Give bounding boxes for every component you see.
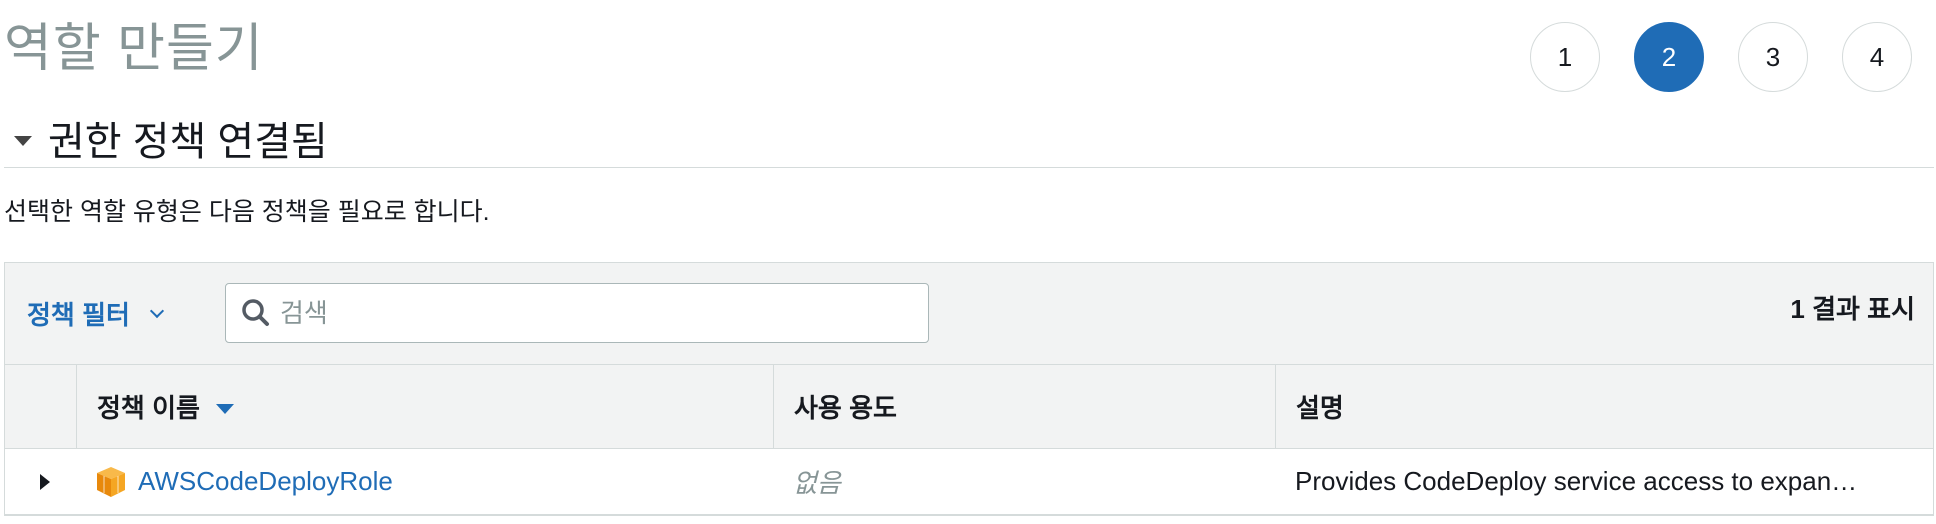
policy-filter-dropdown[interactable]: 정책 필터 [27,295,164,332]
policy-description: Provides CodeDeploy service access to ex… [1295,466,1858,496]
row-description-cell: Provides CodeDeploy service access to ex… [1275,466,1933,497]
result-count: 1 결과 표시 [1790,294,1915,324]
expand-row-icon[interactable] [39,473,50,490]
step-2-current[interactable]: 2 [1634,22,1704,92]
row-usage-cell: 없음 [773,463,1275,500]
search-box[interactable] [225,283,929,343]
collapse-caret-icon[interactable] [14,135,32,146]
search-icon [242,299,269,326]
usage-value: 없음 [793,468,841,498]
sort-descending-icon[interactable] [215,403,234,414]
page-title: 역할 만들기 [4,20,264,78]
section-header-attached-policies[interactable]: 권한 정책 연결됨 [4,108,1934,168]
table-row: AWSCodeDeployRole 없음 Provides CodeDeploy… [5,449,1933,515]
policy-cube-icon [97,466,125,497]
section-description: 선택한 역할 유형은 다음 정책을 필요로 합니다. [4,198,490,226]
table-toolbar: 정책 필터 1 결과 표시 [5,263,1933,365]
policy-name-link[interactable]: AWSCodeDeployRole [138,466,393,497]
header-policy-name-label: 정책 이름 [97,393,200,423]
table-header: 정책 이름 사용 용도 설명 [5,365,1933,449]
header-description[interactable]: 설명 [1275,365,1933,448]
row-policy-name-cell: AWSCodeDeployRole [76,465,773,499]
wizard-steps: 1 2 3 4 [1530,22,1912,92]
header-usage[interactable]: 사용 용도 [773,365,1275,448]
section-title: 권한 정책 연결됨 [48,119,328,164]
header-expand-column [5,365,76,448]
step-4[interactable]: 4 [1842,22,1912,92]
header-policy-name[interactable]: 정책 이름 [76,365,773,448]
step-1[interactable]: 1 [1530,22,1600,92]
search-input[interactable] [280,297,880,329]
row-expand-cell[interactable] [5,473,76,490]
policy-filter-label: 정책 필터 [27,300,130,330]
step-3[interactable]: 3 [1738,22,1808,92]
policy-table: 정책 필터 1 결과 표시 정책 이름 사용 용도 설명 [4,262,1934,516]
chevron-down-icon [149,303,164,318]
